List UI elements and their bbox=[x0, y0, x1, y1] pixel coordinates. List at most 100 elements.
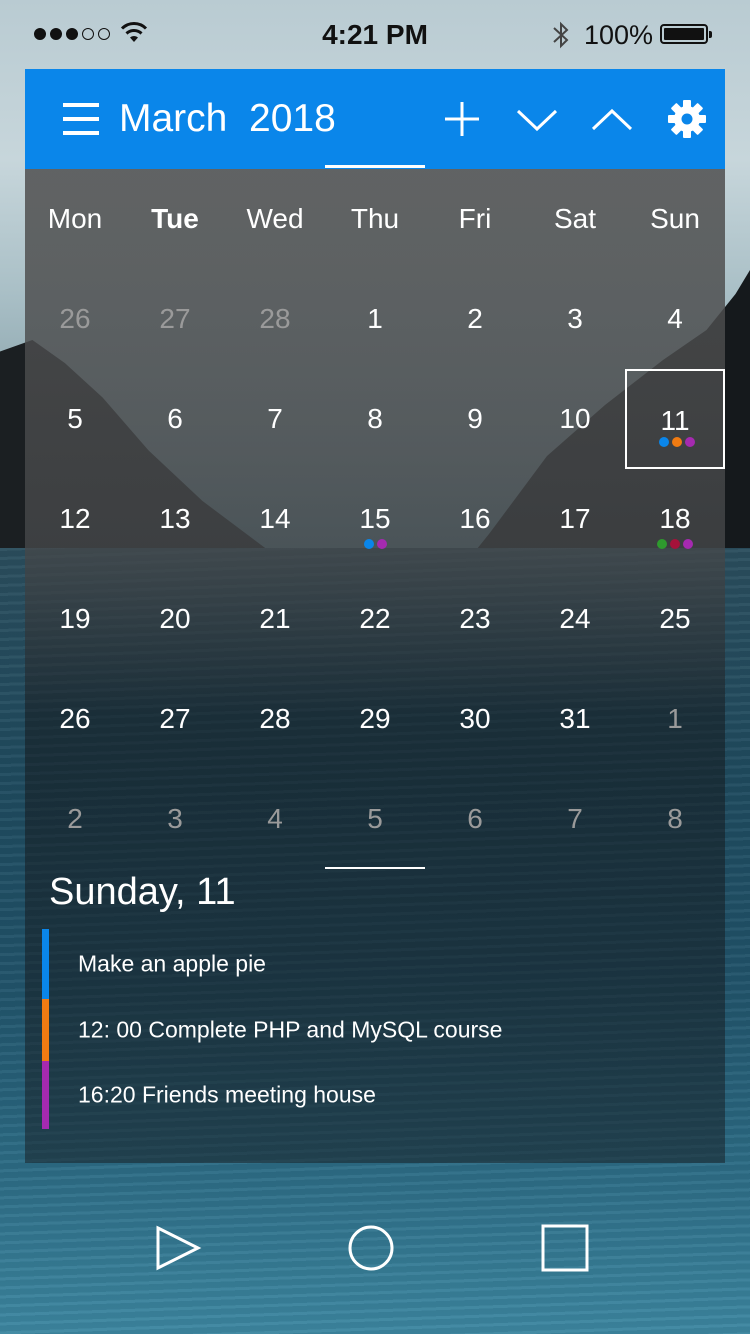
calendar-day[interactable]: 13 bbox=[125, 469, 225, 569]
day-number: 7 bbox=[567, 803, 583, 834]
calendar-week-row: 26 27 28 1 2 3 4 bbox=[25, 269, 725, 369]
menu-icon[interactable] bbox=[63, 103, 99, 135]
calendar-day[interactable]: 21 bbox=[225, 569, 325, 669]
calendar-day[interactable]: 8 bbox=[625, 769, 725, 869]
event-dot bbox=[670, 539, 680, 549]
calendar-day[interactable]: 2 bbox=[425, 269, 525, 369]
recents-button[interactable] bbox=[537, 1220, 593, 1276]
status-bar: 4:21 PM 100% bbox=[0, 0, 750, 68]
settings-button[interactable] bbox=[663, 95, 711, 143]
next-month-button[interactable] bbox=[513, 95, 561, 143]
calendar-day[interactable]: 27 bbox=[125, 669, 225, 769]
day-number: 5 bbox=[67, 403, 83, 434]
weekday-label: Thu bbox=[350, 203, 400, 234]
calendar-day[interactable]: 4 bbox=[225, 769, 325, 869]
day-number: 12 bbox=[59, 503, 91, 534]
calendar-day[interactable]: 23 bbox=[425, 569, 525, 669]
calendar-day[interactable]: 17 bbox=[525, 469, 625, 569]
calendar-day[interactable]: 3 bbox=[525, 269, 625, 369]
back-button[interactable] bbox=[150, 1220, 206, 1276]
calendar-day[interactable]: 26 bbox=[25, 669, 125, 769]
event-color-bar bbox=[42, 1061, 49, 1129]
add-event-button[interactable] bbox=[438, 95, 486, 143]
calendar-day[interactable]: 14 bbox=[225, 469, 325, 569]
chevron-up-icon bbox=[591, 108, 633, 131]
calendar-day[interactable]: 30 bbox=[425, 669, 525, 769]
calendar-day[interactable]: 1 bbox=[325, 269, 425, 369]
calendar-day[interactable]: 2 bbox=[25, 769, 125, 869]
calendar-day[interactable]: 7 bbox=[525, 769, 625, 869]
day-number: 24 bbox=[559, 603, 591, 634]
calendar-day[interactable]: 5 bbox=[25, 369, 125, 469]
battery-icon bbox=[660, 24, 712, 44]
home-circle-icon bbox=[348, 1225, 394, 1271]
day-number: 28 bbox=[259, 303, 291, 334]
day-number: 2 bbox=[67, 803, 83, 834]
calendar-day[interactable]: 6 bbox=[425, 769, 525, 869]
event-dots bbox=[325, 539, 425, 549]
event-color-bar bbox=[42, 929, 49, 999]
panel-drag-indicator[interactable] bbox=[325, 867, 425, 869]
agenda-event[interactable]: 16:20 Friends meeting house bbox=[42, 1061, 725, 1129]
gear-icon bbox=[668, 100, 706, 138]
calendar-day[interactable]: 31 bbox=[525, 669, 625, 769]
weekday-label: Sat bbox=[553, 203, 597, 234]
day-number: 5 bbox=[367, 803, 383, 834]
event-dot bbox=[363, 539, 374, 549]
calendar-day[interactable]: 4 bbox=[625, 269, 725, 369]
calendar-day[interactable]: 18 bbox=[625, 469, 725, 569]
calendar-week-row: 5 6 7 8 9 10 11 bbox=[25, 369, 725, 469]
event-color-bar bbox=[42, 999, 49, 1061]
weekday-label: Mon bbox=[47, 203, 103, 234]
agenda-list: Make an apple pie 12: 00 Complete PHP an… bbox=[42, 929, 725, 1129]
chevron-down-icon bbox=[516, 109, 558, 132]
calendar-day[interactable]: 28 bbox=[225, 269, 325, 369]
calendar-day[interactable]: 29 bbox=[325, 669, 425, 769]
day-number: 7 bbox=[267, 403, 283, 434]
calendar-day[interactable]: 25 bbox=[625, 569, 725, 669]
event-dot bbox=[672, 437, 682, 447]
battery-percentage: 100% bbox=[584, 20, 654, 50]
weekday-label: Fri bbox=[458, 203, 492, 234]
calendar-day[interactable]: 22 bbox=[325, 569, 425, 669]
day-number: 2 bbox=[467, 303, 483, 334]
event-dots bbox=[625, 539, 725, 549]
calendar-header: March 2018 bbox=[25, 69, 725, 169]
day-number: 21 bbox=[259, 603, 291, 634]
calendar-day[interactable]: 19 bbox=[25, 569, 125, 669]
day-number: 26 bbox=[59, 703, 91, 734]
calendar-day[interactable]: 15 bbox=[325, 469, 425, 569]
day-number: 3 bbox=[167, 803, 183, 834]
calendar-day-selected[interactable]: 11 bbox=[625, 369, 725, 469]
day-number: 23 bbox=[459, 603, 491, 634]
calendar-day[interactable]: 10 bbox=[525, 369, 625, 469]
calendar-day[interactable]: 8 bbox=[325, 369, 425, 469]
calendar-day[interactable]: 1 bbox=[625, 669, 725, 769]
calendar-day[interactable]: 24 bbox=[525, 569, 625, 669]
weekday-row: Mon Tue Wed Thu Fri Sat Sun bbox=[25, 169, 725, 269]
calendar-day[interactable]: 27 bbox=[125, 269, 225, 369]
calendar-day[interactable]: 9 bbox=[425, 369, 525, 469]
calendar-day[interactable]: 16 bbox=[425, 469, 525, 569]
home-button[interactable] bbox=[343, 1220, 399, 1276]
calendar-day[interactable]: 3 bbox=[125, 769, 225, 869]
event-text: Make an apple pie bbox=[78, 950, 266, 977]
day-number: 25 bbox=[659, 603, 691, 634]
agenda-event[interactable]: Make an apple pie bbox=[42, 929, 725, 999]
event-dot bbox=[657, 539, 667, 549]
day-number: 20 bbox=[159, 603, 191, 634]
calendar-day[interactable]: 6 bbox=[125, 369, 225, 469]
event-dot bbox=[685, 437, 695, 447]
agenda-event[interactable]: 12: 00 Complete PHP and MySQL course bbox=[42, 999, 725, 1061]
calendar-day[interactable]: 12 bbox=[25, 469, 125, 569]
month-title[interactable]: March 2018 bbox=[119, 97, 336, 141]
calendar-day[interactable]: 7 bbox=[225, 369, 325, 469]
calendar-day[interactable]: 26 bbox=[25, 269, 125, 369]
calendar-day[interactable]: 5 bbox=[325, 769, 425, 869]
day-number: 19 bbox=[59, 603, 91, 634]
calendar-day[interactable]: 28 bbox=[225, 669, 325, 769]
previous-month-button[interactable] bbox=[588, 95, 636, 143]
day-number: 11 bbox=[660, 405, 690, 436]
header-tab-indicator bbox=[325, 165, 425, 168]
calendar-day[interactable]: 20 bbox=[125, 569, 225, 669]
